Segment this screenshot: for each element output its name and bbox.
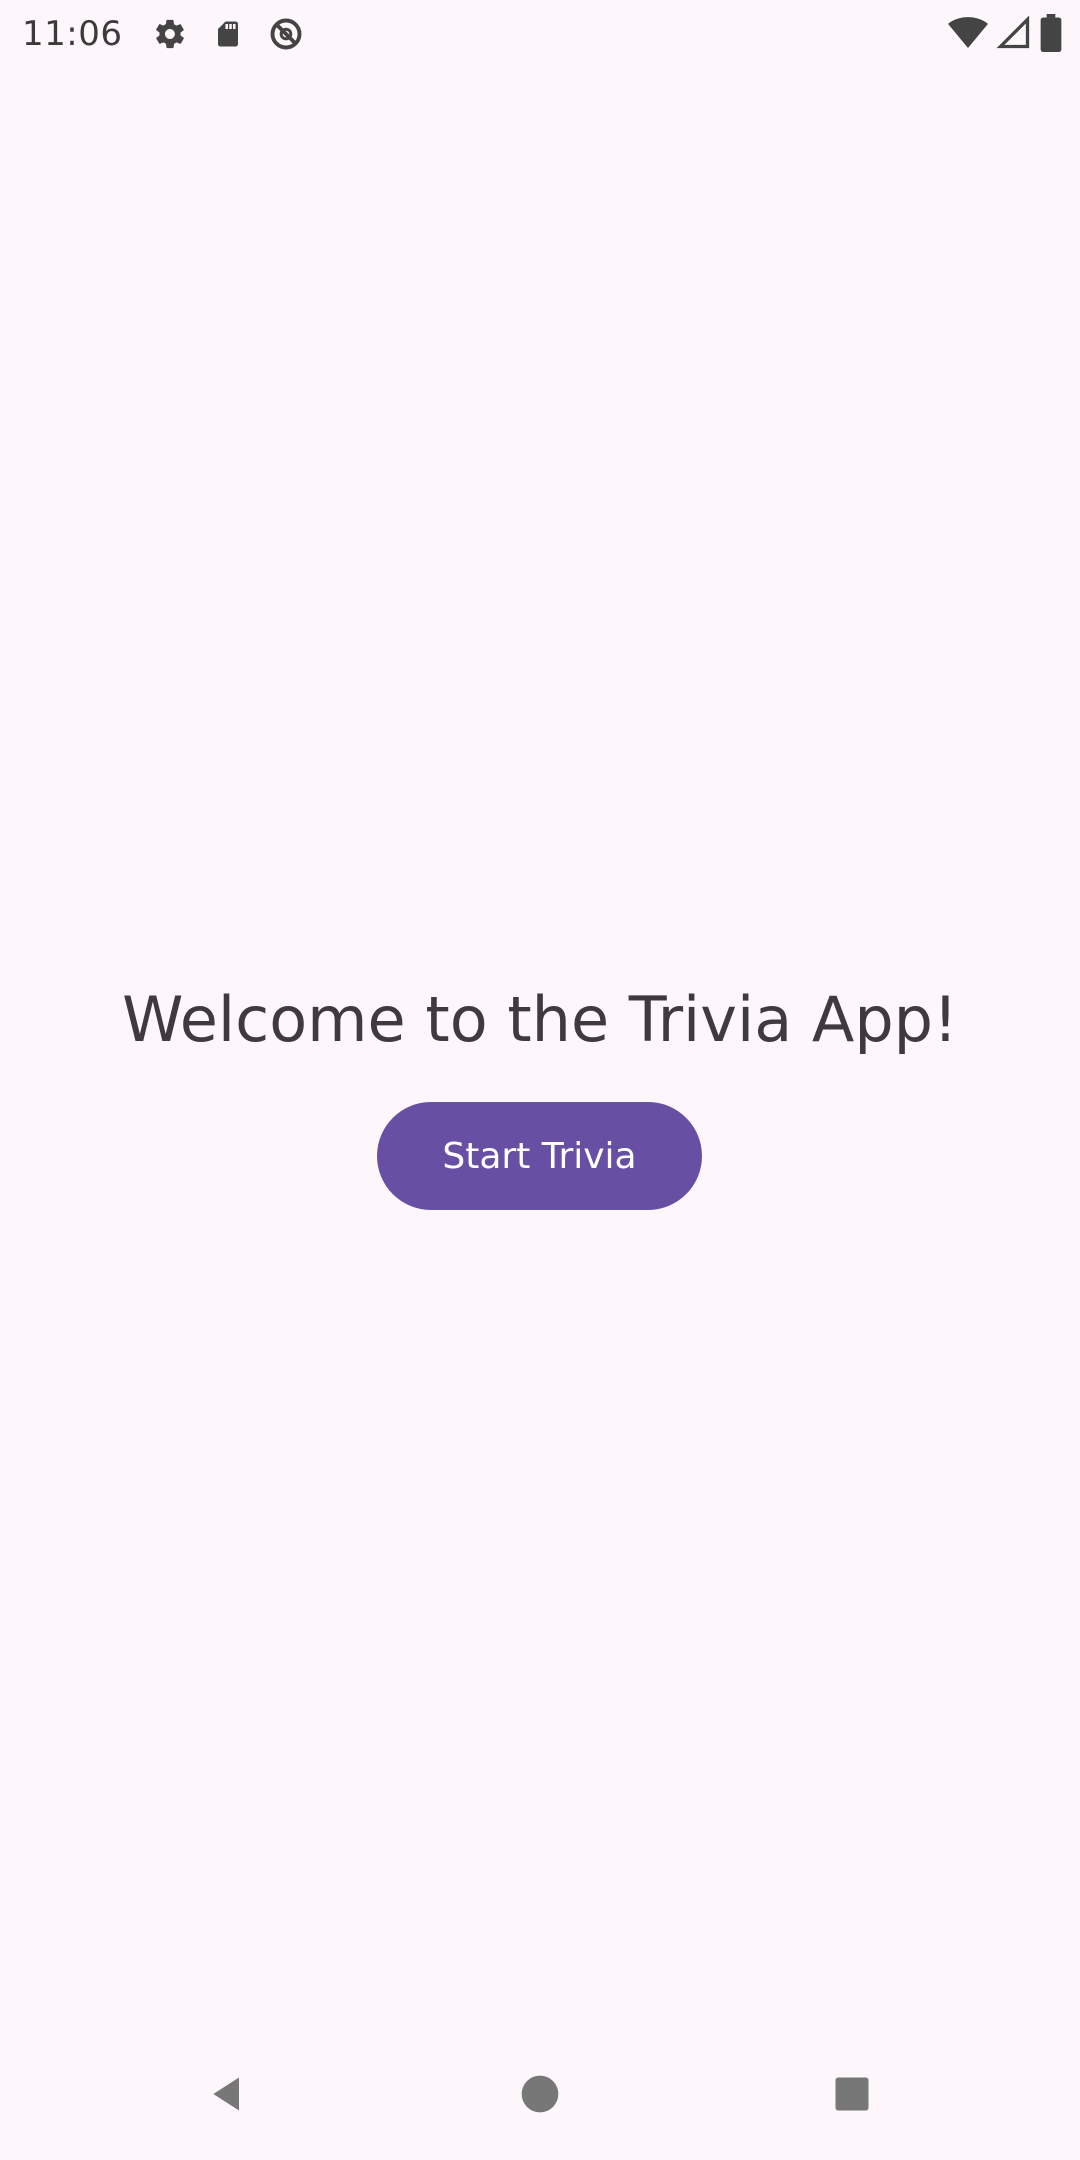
battery-icon [1040, 14, 1062, 52]
wifi-icon [948, 16, 988, 50]
status-right [948, 14, 1062, 52]
home-icon[interactable] [504, 2058, 576, 2130]
sd-card-icon [208, 14, 248, 54]
gear-icon [150, 14, 190, 54]
cell-signal-icon [996, 15, 1032, 51]
back-icon[interactable] [192, 2058, 264, 2130]
main-content: Welcome to the Trivia App! Start Trivia [0, 68, 1080, 2028]
status-time: 11:06 [22, 14, 123, 54]
do-not-disturb-icon [266, 14, 306, 54]
status-bar: 11:06 [0, 0, 1080, 68]
status-left: 11:06 [22, 10, 324, 58]
recents-icon[interactable] [816, 2058, 888, 2130]
start-trivia-button[interactable]: Start Trivia [377, 1102, 702, 1210]
navigation-bar [0, 2028, 1080, 2160]
welcome-title: Welcome to the Trivia App! [122, 983, 958, 1056]
app-screen: 11:06 Welcome to the Trivia App! Start T… [0, 0, 1080, 2160]
